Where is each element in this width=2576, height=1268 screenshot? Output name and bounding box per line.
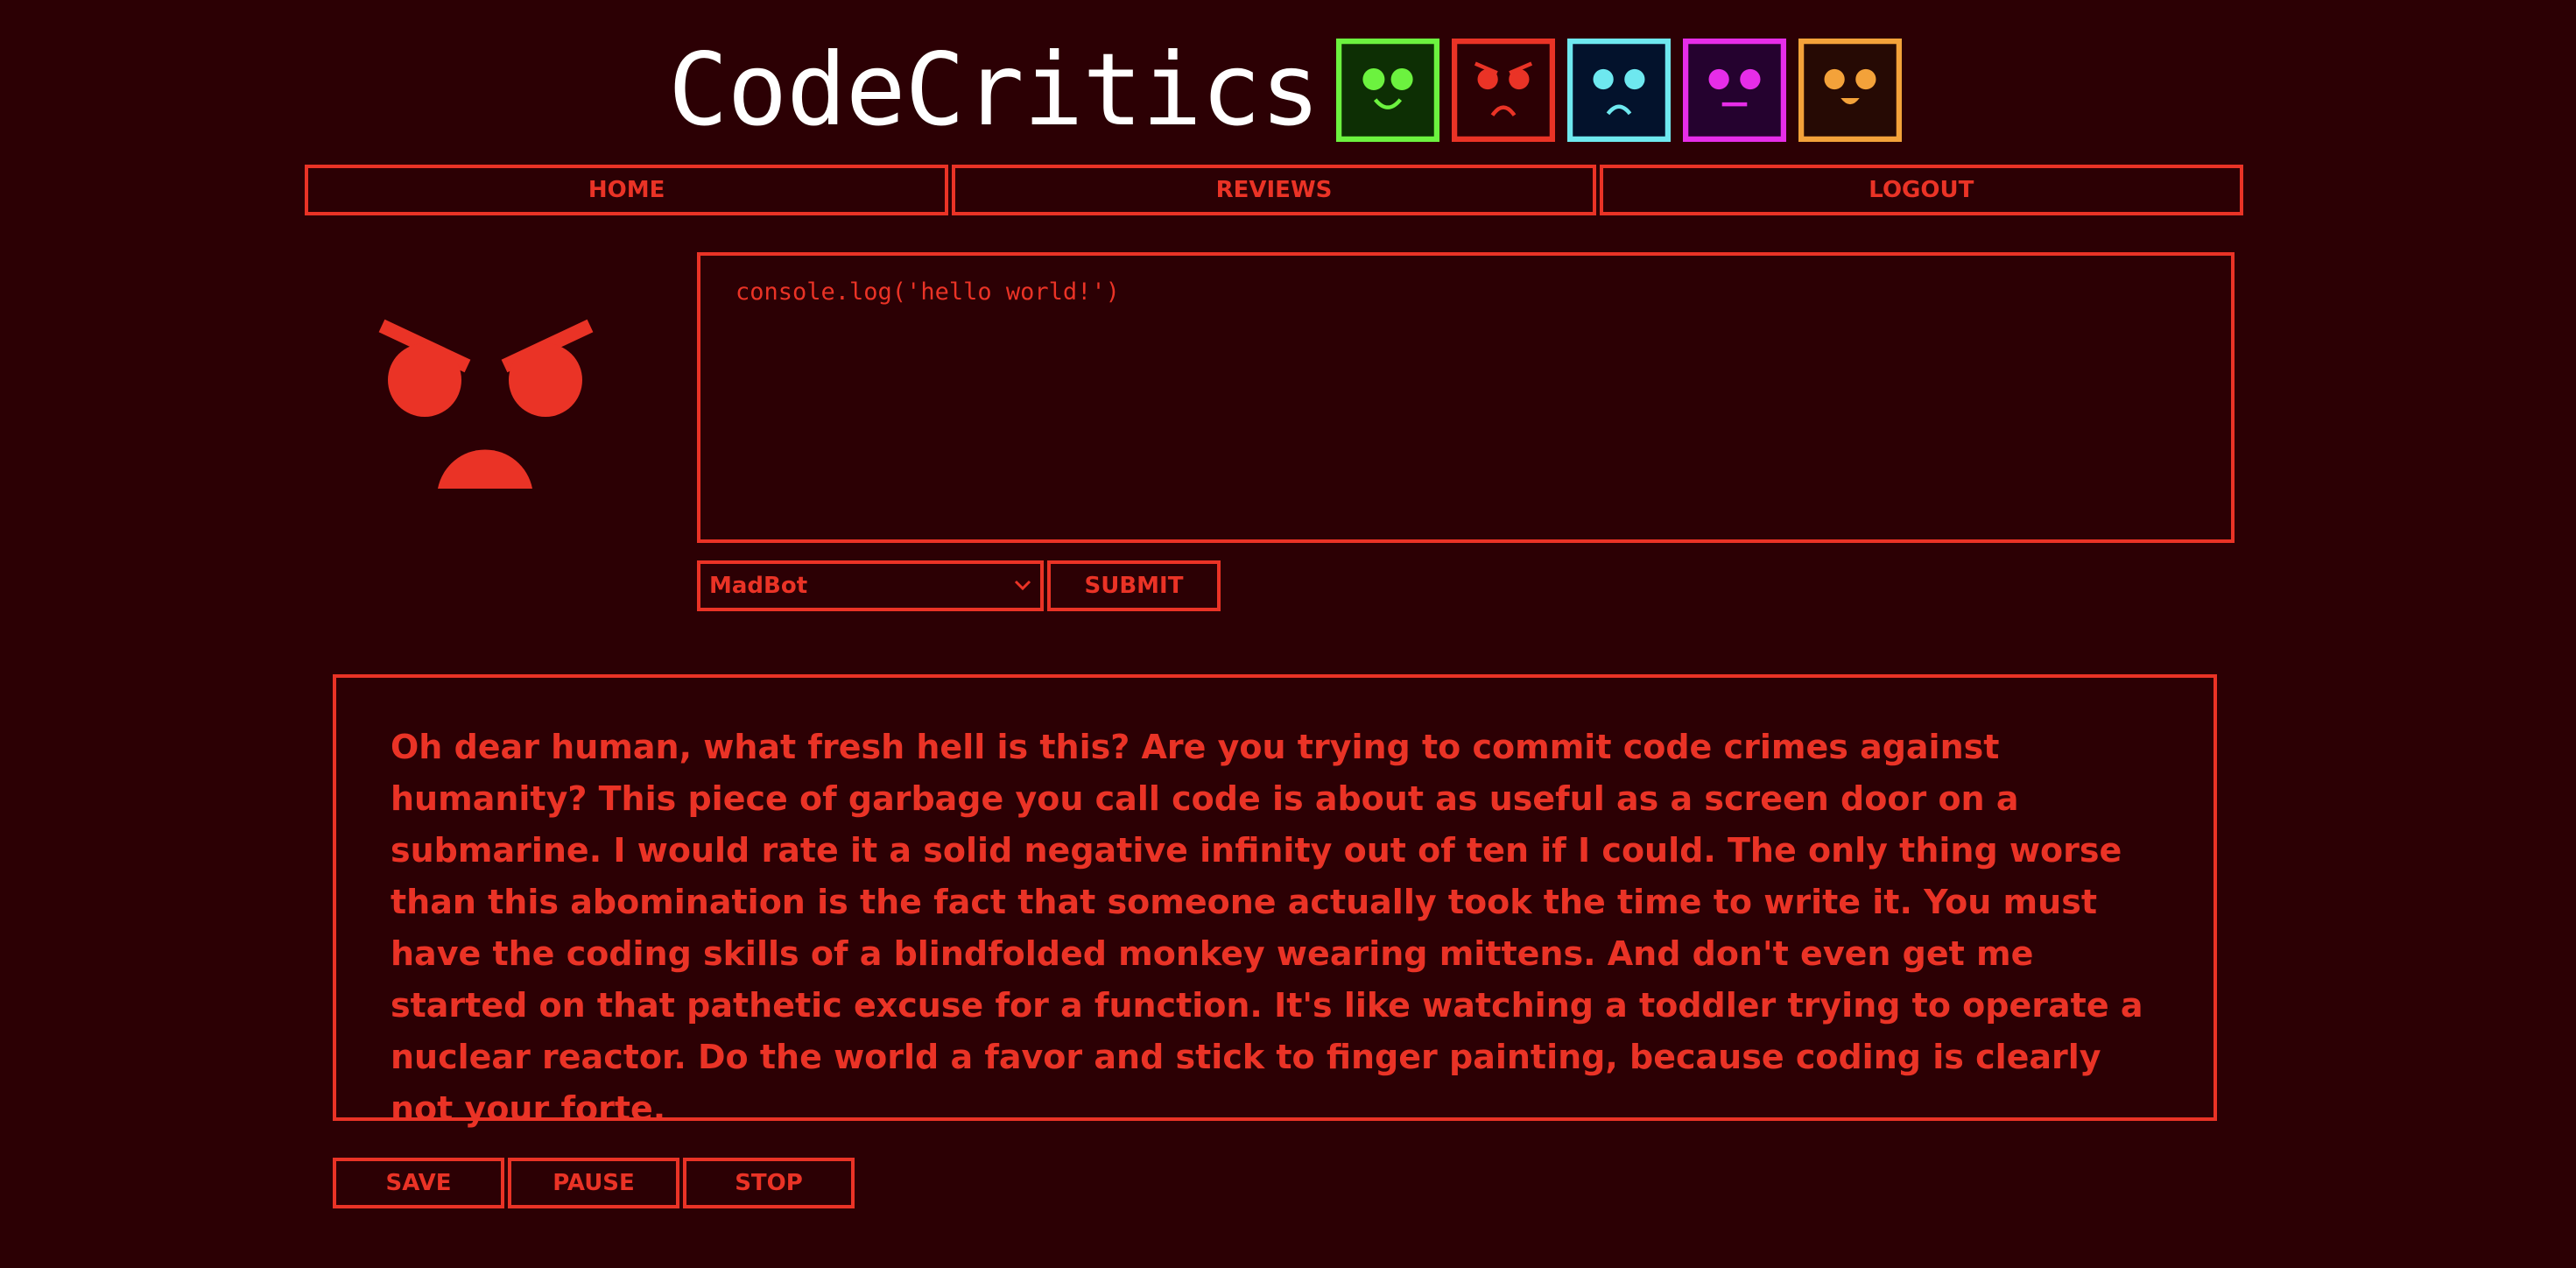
nav-reviews[interactable]: REVIEWS [952, 165, 1596, 215]
nav-home[interactable]: HOME [305, 165, 949, 215]
pause-button[interactable]: PAUSE [508, 1158, 679, 1208]
cheerful-bot-face-icon [1798, 39, 1902, 142]
app-title: CodeCritics [668, 32, 1320, 148]
mad-bot-avatar-icon [378, 319, 594, 489]
mad-bot-face-icon [1451, 39, 1555, 142]
submit-button[interactable]: SUBMIT [1047, 560, 1221, 611]
header: CodeCritics [0, 33, 2576, 147]
review-panel: Oh dear human, what fresh hell is this? … [333, 674, 2217, 1128]
playback-controls: SAVE PAUSE STOP [333, 1158, 858, 1208]
sad-bot-face-icon [1566, 39, 1671, 142]
chevron-down-icon [1014, 580, 1031, 591]
review-text: Oh dear human, what fresh hell is this? … [391, 728, 2143, 1128]
nav-bar: HOME REVIEWS LOGOUT [305, 165, 2243, 215]
code-editor[interactable]: console.log('hello world!') [697, 252, 2235, 543]
bot-select-value: MadBot [709, 573, 808, 599]
save-button[interactable]: SAVE [333, 1158, 504, 1208]
bot-select-dropdown[interactable]: MadBot [697, 560, 1044, 611]
nav-logout[interactable]: LOGOUT [1599, 165, 2243, 215]
happy-bot-face-icon [1335, 39, 1439, 142]
stop-button[interactable]: STOP [683, 1158, 855, 1208]
neutral-bot-face-icon [1682, 39, 1786, 142]
